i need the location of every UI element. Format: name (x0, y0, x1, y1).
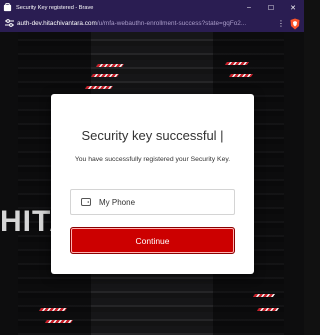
site-settings-icon[interactable] (3, 18, 15, 29)
rack-stripe (224, 62, 250, 65)
dialog-message: You have successfully registered your Se… (74, 156, 231, 163)
rack-shadow-right (284, 32, 304, 335)
window-title: Security Key registered - Brave (16, 4, 94, 11)
url-text[interactable]: auth-dev.hitachivantara.com/u/mfa-webaut… (17, 20, 276, 27)
security-key-icon (3, 3, 12, 12)
close-button[interactable]: ✕ (282, 0, 304, 15)
continue-button[interactable]: Continue (70, 227, 235, 254)
rack-stripe (256, 308, 280, 311)
window-titlebar: Security Key registered - Brave – ☐ ✕ (0, 0, 304, 15)
rack-stripe (228, 74, 254, 77)
phone-icon (81, 198, 91, 206)
url-host: auth-dev.hitachivantara.com (17, 20, 97, 27)
menu-icon[interactable]: ⋮ (276, 19, 286, 28)
address-bar[interactable]: auth-dev.hitachivantara.com/u/mfa-webaut… (0, 15, 304, 32)
dialog-title: Security key successful | (81, 128, 224, 143)
rack-stripe (90, 74, 120, 77)
rack-stripe (84, 86, 114, 89)
registered-device-field: My Phone (70, 189, 235, 215)
rack-stripe (38, 308, 68, 311)
rack-stripe (252, 294, 276, 297)
rack-shadow-left (0, 32, 18, 335)
rack-stripe (44, 320, 74, 323)
success-dialog: Security key successful | You have succe… (51, 94, 254, 274)
url-path: /u/mfa-webauthn-enrollment-success?state… (96, 20, 247, 27)
brave-shields-icon[interactable] (289, 18, 301, 30)
minimize-button[interactable]: – (238, 0, 260, 15)
rack-stripe (95, 64, 125, 67)
device-name: My Phone (99, 197, 136, 207)
maximize-button[interactable]: ☐ (260, 0, 282, 15)
